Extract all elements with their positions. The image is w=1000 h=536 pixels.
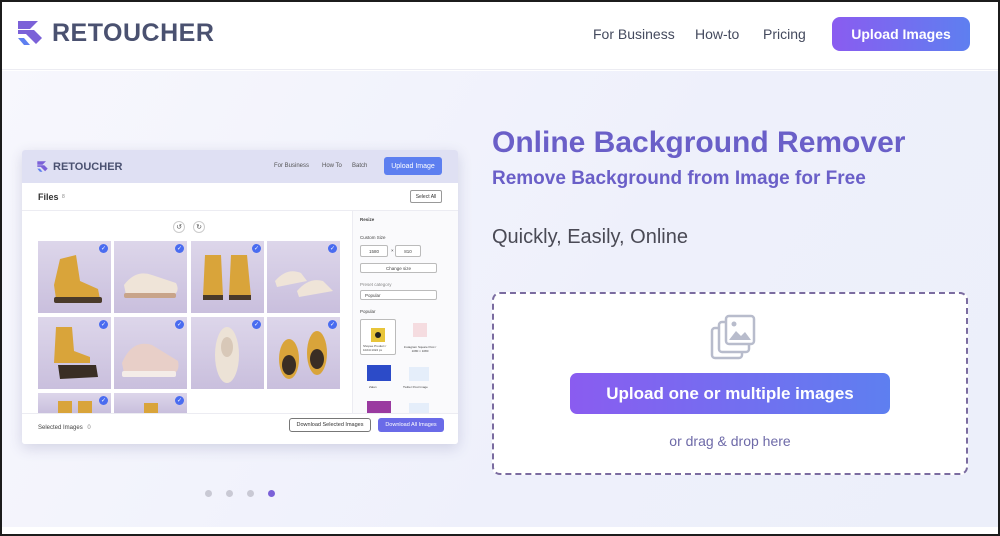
selected-images-text: Selected Images xyxy=(38,425,83,431)
image-tile-partial: ✓ xyxy=(114,393,187,413)
change-size-button: Change size xyxy=(360,263,437,273)
resize-title: Resize xyxy=(360,217,375,222)
check-icon: ✓ xyxy=(99,244,108,253)
preset-card-instagram: Instagram Square Post / 1080 × 1080 xyxy=(403,319,437,355)
preset-card-label: Twitter Post Image xyxy=(403,385,428,389)
mockup-footer: Selected Images 0 Download Selected Imag… xyxy=(22,413,458,444)
bottom-strip xyxy=(2,527,998,534)
image-tile-partial: ✓ xyxy=(38,393,111,413)
hero-subtitle: Remove Background from Image for Free xyxy=(492,168,866,189)
mockup-upload-button: Upload Image xyxy=(384,157,442,175)
carousel-dot-3[interactable] xyxy=(247,490,254,497)
download-selected-button: Download Selected Images xyxy=(289,418,371,432)
hero-tagline: Quickly, Easily, Online xyxy=(492,226,688,248)
image-tile-boots-stack: ✓ xyxy=(38,317,111,389)
mockup-files-count: 8 xyxy=(62,194,65,200)
app-preview-mockup: RETOUCHER For Business How To Batch Uplo… xyxy=(22,150,458,444)
image-tile-pink-sneaker: ✓ xyxy=(114,317,187,389)
check-icon: ✓ xyxy=(328,244,337,253)
image-tile-sneakers-pair: ✓ xyxy=(267,241,340,313)
upload-multiple-button[interactable]: Upload one or multiple images xyxy=(570,373,890,414)
retoucher-logo-icon xyxy=(37,161,48,172)
zalan-thumb xyxy=(367,365,391,381)
brand-name: RETOUCHER xyxy=(52,18,215,47)
site-header: RETOUCHER For Business How-to Pricing Up… xyxy=(2,2,998,70)
image-tile-boots-angled: ✓ xyxy=(267,317,340,389)
check-icon: ✓ xyxy=(99,396,108,405)
preset-card-label: Shopee Product / 1024×1024 px xyxy=(363,344,387,352)
image-tile-boot: ✓ xyxy=(38,241,111,313)
rotate-left-icon: ↺ xyxy=(173,221,185,233)
mockup-nav-batch: Batch xyxy=(352,163,368,169)
times-sign: × xyxy=(391,248,394,253)
popular-label: Popular xyxy=(360,309,376,314)
mockup-select-all: Select All xyxy=(410,190,442,203)
image-tile-sneaker-top: ✓ xyxy=(191,317,264,389)
nav-how-to[interactable]: How-to xyxy=(695,26,739,42)
rotate-right-icon: ↻ xyxy=(193,221,205,233)
selected-images-count: 0 xyxy=(87,425,91,431)
preset-value: Popular xyxy=(365,292,381,298)
image-tile-boots-pair: ✓ xyxy=(191,241,264,313)
check-icon: ✓ xyxy=(252,244,261,253)
brand-logo[interactable]: RETOUCHER xyxy=(16,18,214,48)
upload-images-button[interactable]: Upload Images xyxy=(832,17,970,51)
preset-card-label: Zalan xyxy=(369,385,377,389)
twitter-thumb xyxy=(409,367,429,381)
custom-size-label: Custom Size xyxy=(360,235,386,240)
image-stack-icon xyxy=(710,314,756,360)
preset-card-label: Instagram Square Post / 1080 × 1080 xyxy=(403,345,437,353)
mockup-resize-sidebar: Resize Custom Size 1580 × 810 Change siz… xyxy=(352,211,458,413)
check-icon: ✓ xyxy=(99,320,108,329)
carousel-dot-2[interactable] xyxy=(226,490,233,497)
carousel-dot-1[interactable] xyxy=(205,490,212,497)
preset-select: Popular xyxy=(360,290,437,300)
mockup-brand: RETOUCHER xyxy=(53,160,123,173)
check-icon: ✓ xyxy=(175,320,184,329)
image-tile-sneaker: ✓ xyxy=(114,241,187,313)
check-icon: ✓ xyxy=(175,244,184,253)
width-input: 1580 xyxy=(360,245,388,257)
shopee-thumb-icon xyxy=(371,328,385,342)
preset-thumb xyxy=(367,401,391,413)
instagram-thumb-icon xyxy=(413,323,427,337)
upload-dropzone[interactable]: Upload one or multiple images or drag & … xyxy=(492,292,968,475)
height-input: 810 xyxy=(395,245,421,257)
mockup-files-label: Files xyxy=(38,192,59,202)
mockup-nav-howto: How To xyxy=(322,163,342,169)
carousel-dot-4[interactable] xyxy=(268,490,275,497)
preset-category-label: Preset category xyxy=(360,282,392,287)
retoucher-logo-icon xyxy=(18,21,42,45)
check-icon: ✓ xyxy=(252,320,261,329)
nav-pricing[interactable]: Pricing xyxy=(763,26,806,42)
nav-for-business[interactable]: For Business xyxy=(593,26,675,42)
mockup-logo: RETOUCHER xyxy=(36,160,122,173)
preset-thumb xyxy=(409,403,429,413)
selected-images-label: Selected Images 0 xyxy=(38,425,91,431)
preset-card-shopee: Shopee Product / 1024×1024 px xyxy=(360,319,396,355)
mockup-header: RETOUCHER For Business How To Batch Uplo… xyxy=(22,150,458,183)
check-icon: ✓ xyxy=(175,396,184,405)
download-all-button: Download All Images xyxy=(378,418,444,432)
mockup-nav-business: For Business xyxy=(274,163,310,169)
hero-title: Online Background Remover xyxy=(492,126,906,159)
check-icon: ✓ xyxy=(328,320,337,329)
drag-drop-hint: or drag & drop here xyxy=(669,433,791,449)
